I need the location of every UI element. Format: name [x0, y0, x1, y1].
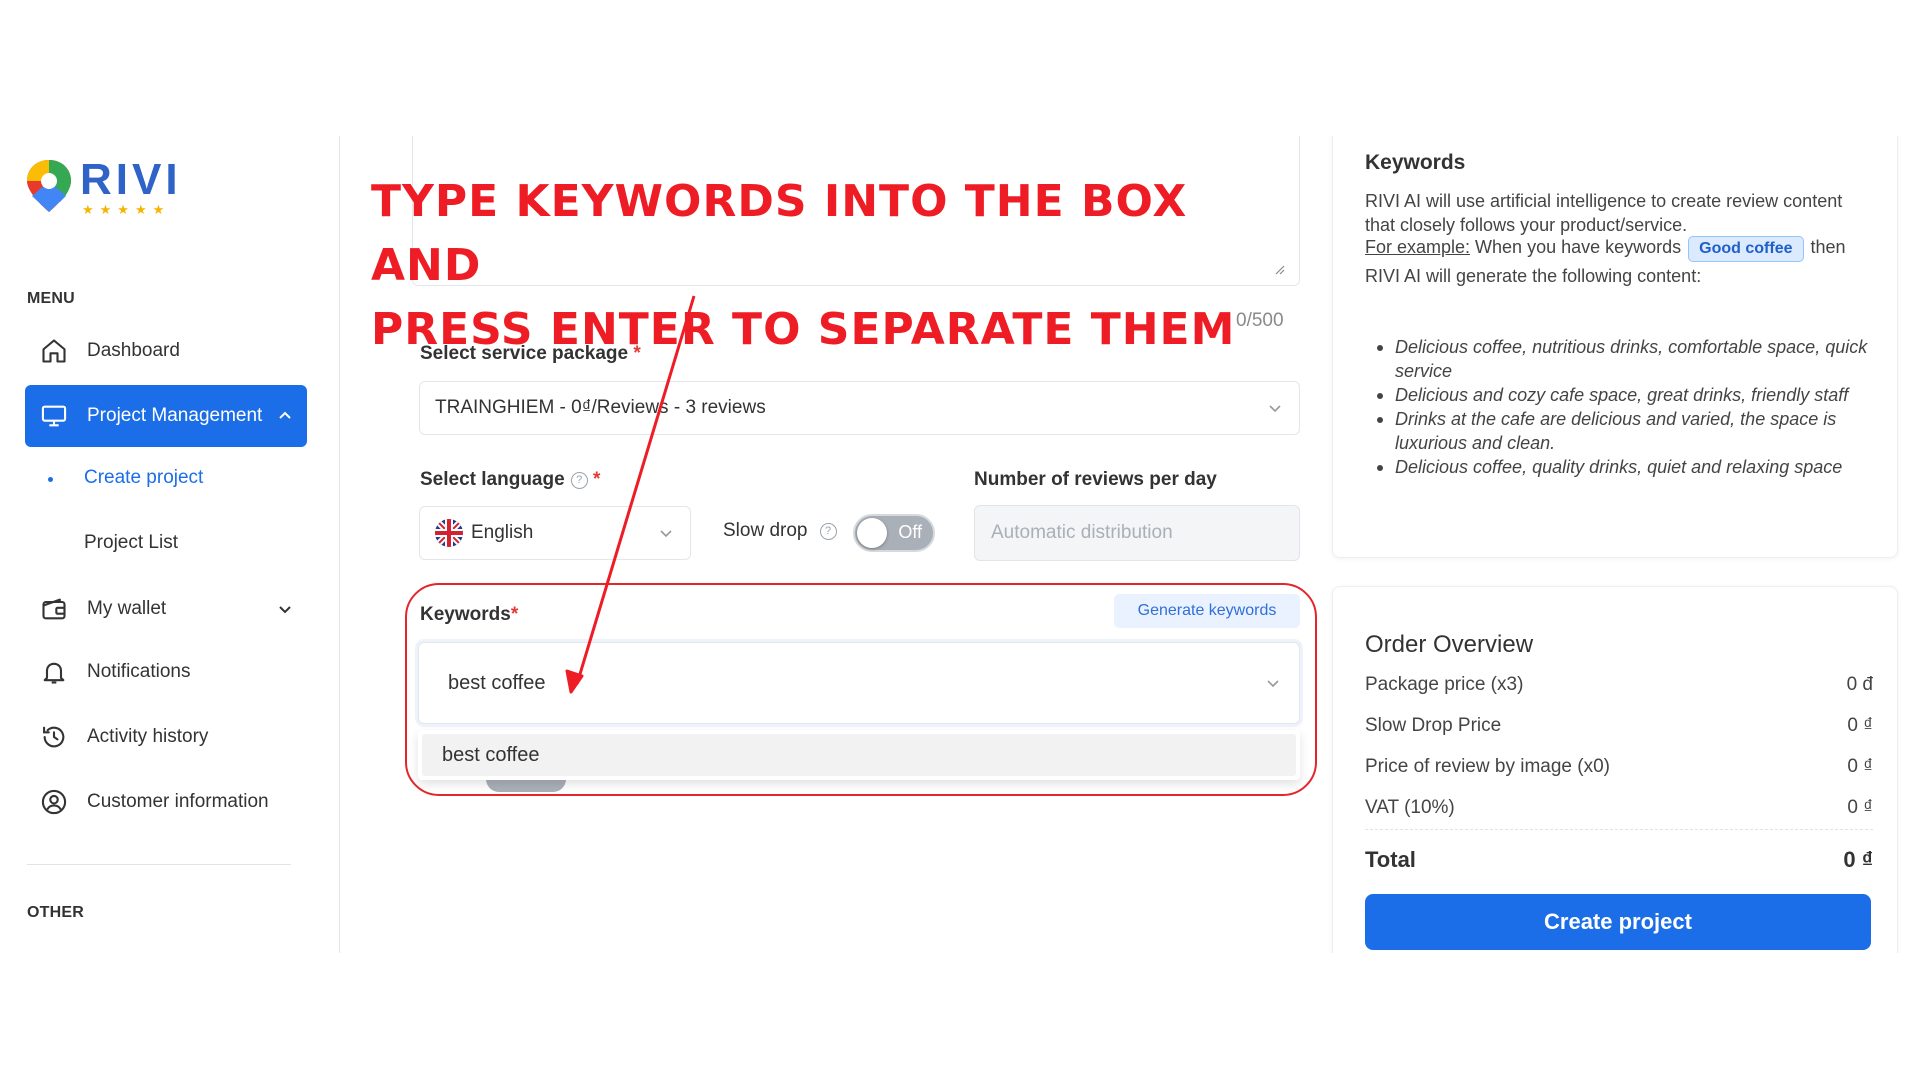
chevron-down-icon [1269, 405, 1281, 413]
map-pin-logo-icon [27, 160, 71, 212]
order-row: Package price (x3) 0 đ [1365, 674, 1873, 695]
sidebar-item-label: Customer information [87, 791, 269, 812]
current-dot [48, 477, 53, 482]
uk-flag-icon [435, 519, 463, 547]
order-title: Order Overview [1365, 631, 1534, 658]
sidebar-divider [27, 864, 291, 865]
service-package-value: TRAINGHIEM - 0₫/Reviews - 3 reviews [435, 397, 766, 418]
order-row: VAT (10%) 0 ₫ [1365, 797, 1873, 818]
order-row: Price of review by image (x0) 0 ₫ [1365, 756, 1873, 777]
order-total: Total 0 ₫ [1365, 847, 1873, 872]
language-value: English [471, 522, 534, 543]
chevron-down-icon [660, 530, 672, 538]
language-label: Select language? * [420, 469, 601, 490]
home-icon [39, 336, 69, 366]
sidebar-subitem-project-list[interactable]: Project List [84, 532, 178, 554]
slow-drop-label: Slow drop? [723, 520, 837, 542]
sidebar-item-label: Project Management [87, 405, 263, 426]
list-item: Delicious coffee, quality drinks, quiet … [1377, 455, 1885, 479]
monitor-icon [39, 401, 69, 431]
example-prefix: For example: [1365, 237, 1471, 257]
order-row: Slow Drop Price 0 ₫ [1365, 715, 1873, 736]
create-project-button[interactable]: Create project [1365, 894, 1871, 950]
wallet-icon [39, 594, 69, 624]
sidebar-item-label: Dashboard [87, 340, 180, 361]
reviews-per-day-label: Number of reviews per day [974, 469, 1217, 490]
order-overview-card: Order Overview Package price (x3) 0 đ Slo… [1332, 586, 1898, 953]
brand-name: RIVI [80, 155, 182, 204]
help-icon[interactable]: ? [570, 472, 588, 489]
language-select[interactable]: English [419, 506, 691, 560]
toggle-knob [857, 518, 887, 548]
user-circle-icon [39, 787, 69, 817]
list-item: Delicious and cozy cafe space, great dri… [1377, 383, 1885, 407]
sidebar-subitem-create-project[interactable]: Create project [84, 467, 203, 489]
sidebar-item-notifications[interactable]: Notifications [25, 641, 307, 703]
sidebar-item-label: My wallet [87, 598, 167, 619]
help-icon[interactable]: ? [819, 523, 837, 540]
toggle-state: Off [898, 522, 922, 542]
keyword-chip: Good coffee [1688, 236, 1804, 262]
rivi-logo[interactable]: RIVI ★★★★★ [24, 158, 182, 218]
sidebar: RIVI ★★★★★ MENU Dashboard Project Manage… [0, 136, 340, 953]
sidebar-item-my-wallet[interactable]: My wallet [25, 578, 307, 640]
chevron-down-icon [279, 606, 291, 614]
keywords-help-intro: RIVI AI will use artificial intelligence… [1365, 191, 1843, 235]
brand-stars: ★★★★★ [82, 202, 171, 217]
slow-drop-toggle[interactable]: Off [853, 514, 935, 552]
reviews-per-day-input: Automatic distribution [974, 505, 1300, 561]
keywords-help-card: Keywords RIVI AI will use artificial int… [1332, 136, 1898, 558]
service-package-select[interactable]: TRAINGHIEM - 0₫/Reviews - 3 reviews [419, 381, 1300, 435]
bell-icon [39, 657, 69, 687]
list-item: Drinks at the cafe are delicious and var… [1377, 407, 1885, 455]
other-heading: OTHER [27, 904, 84, 921]
list-item: Delicious coffee, nutritious drinks, com… [1377, 335, 1885, 383]
order-divider [1365, 829, 1873, 830]
keywords-help-title: Keywords [1365, 151, 1466, 174]
sidebar-item-label: Activity history [87, 726, 209, 747]
chevron-up-icon [279, 411, 291, 419]
sidebar-item-label: Notifications [87, 661, 191, 682]
keywords-help-example: For example: When you have keywords Good… [1365, 236, 1846, 286]
instruction-text: TYPE KEYWORDS INTO THE BOX AND PRESS ENT… [371, 170, 1311, 362]
keywords-highlight-box [405, 583, 1317, 796]
app-viewport: RIVI ★★★★★ MENU Dashboard Project Manage… [0, 136, 1920, 953]
example-list: Delicious coffee, nutritious drinks, com… [1377, 335, 1885, 479]
history-icon [39, 722, 69, 752]
instruction-line-2: PRESS ENTER TO SEPARATE THEM [371, 304, 1236, 355]
sidebar-item-customer-information[interactable]: Customer information [25, 771, 307, 833]
sidebar-item-dashboard[interactable]: Dashboard [25, 320, 307, 382]
menu-heading: MENU [27, 290, 75, 307]
sidebar-item-project-management[interactable]: Project Management [25, 385, 307, 447]
sidebar-item-activity-history[interactable]: Activity history [25, 706, 307, 768]
instruction-line-1: TYPE KEYWORDS INTO THE BOX AND [371, 176, 1188, 291]
